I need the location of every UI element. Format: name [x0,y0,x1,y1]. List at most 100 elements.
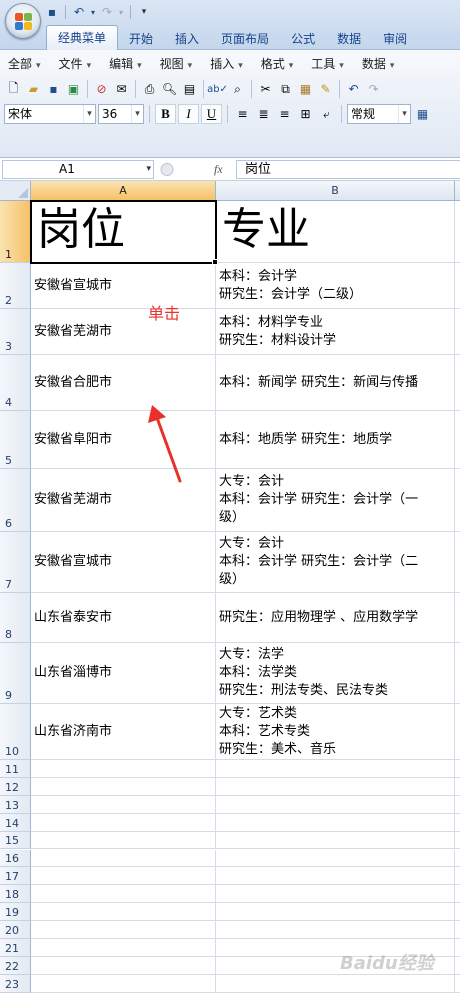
cell-c[interactable] [455,832,460,850]
cell-b[interactable] [216,921,455,939]
cell-c[interactable] [455,411,460,469]
cell-b[interactable] [216,831,455,850]
row-header[interactable]: 13 [0,795,31,814]
row-header[interactable]: 11 [0,760,31,778]
cell-a[interactable]: 安徽省芜湖市 [31,309,216,355]
cell-b[interactable] [216,813,455,832]
cell-b[interactable] [216,903,455,922]
cell-c[interactable] [455,593,460,643]
cell-a[interactable] [31,885,216,904]
cell-a[interactable] [31,777,216,796]
cell-a[interactable] [31,831,216,850]
cell-b[interactable]: 大专：会计 本科：会计学 研究生：会计学（二 级） [216,532,455,593]
cell-b[interactable] [216,795,455,814]
cell-a[interactable] [31,813,216,832]
cell-c[interactable] [455,201,460,263]
cell-c[interactable] [455,796,460,814]
cell-c[interactable] [455,903,460,922]
menu-edit[interactable]: 编辑 [101,55,152,73]
row-header[interactable]: 4 [0,355,31,411]
cell-c[interactable] [455,867,460,886]
formula-input[interactable]: 岗位 [236,160,460,179]
row-header[interactable]: 12 [0,777,31,796]
tab-review[interactable]: 审阅 [372,28,418,50]
merge-center-icon[interactable]: ⊞ [296,104,315,124]
row-header[interactable]: 2 [0,263,31,309]
row-header[interactable]: 3 [0,309,31,355]
cell-c[interactable] [455,643,460,704]
fill-handle[interactable] [212,259,218,265]
row-header[interactable]: 23 [0,974,31,993]
name-box[interactable]: A1 ▾ [2,160,154,179]
bold-button[interactable]: B [155,104,176,124]
open-folder-icon[interactable]: ▰ [24,79,43,99]
email-icon[interactable]: ✉ [112,79,131,99]
cell-c[interactable] [455,760,460,778]
row-header[interactable]: 5 [0,411,31,469]
cell-b[interactable] [216,885,455,904]
cell-a[interactable] [31,921,216,939]
menu-file[interactable]: 文件 [51,55,102,73]
row-header[interactable]: 15 [0,831,31,850]
new-file-icon[interactable]: 🗋 [4,79,23,99]
cell-b[interactable]: 本科：会计学 研究生：会计学（二级） [216,263,455,309]
cell-a[interactable]: 岗位 [31,201,216,263]
row-header[interactable]: 8 [0,593,31,643]
spelling-icon[interactable]: ab✓ [207,79,228,99]
cell-b[interactable]: 本科：新闻学 研究生：新闻与传播 [216,355,455,411]
tab-formulas[interactable]: 公式 [280,28,326,50]
undo-dropdown-icon[interactable]: ▾ [89,4,97,20]
menu-insert[interactable]: 插入 [202,55,253,73]
research-icon[interactable]: ⌕ [228,79,247,99]
underline-button[interactable]: U [201,104,222,124]
cell-c[interactable] [455,957,460,975]
row-header[interactable]: 19 [0,903,31,922]
redo-icon[interactable]: ↷ [364,79,383,99]
customize-icon[interactable]: ▾ [136,4,152,20]
cell-c[interactable] [455,885,460,904]
column-header-a[interactable]: A [31,181,216,201]
format-painter-icon[interactable]: ✎ [316,79,335,99]
select-all-button[interactable] [0,181,31,201]
cell-b[interactable]: 研究生：应用物理学 、应用数学学 [216,593,455,643]
cell-c[interactable] [455,778,460,796]
align-center-icon[interactable]: ≣ [254,104,273,124]
cell-b[interactable] [216,777,455,796]
tab-classic-menu[interactable]: 经典菜单 [46,25,119,50]
cell-b[interactable]: 本科：材料学专业 研究生：材料设计学 [216,309,455,355]
cell-c[interactable] [455,939,460,957]
cell-b[interactable]: 大专：会计 本科：会计学 研究生：会计学（一 级） [216,469,455,532]
cell-a[interactable] [31,956,216,975]
row-header[interactable]: 21 [0,939,31,957]
cell-b[interactable]: 大专：法学 本科：法学类 研究生：刑法专类、民法专类 [216,643,455,704]
menu-view[interactable]: 视图 [152,55,203,73]
cell-c[interactable] [455,532,460,593]
row-header[interactable]: 20 [0,921,31,939]
row-header[interactable]: 6 [0,469,31,532]
cell-c[interactable] [455,355,460,411]
column-header-b[interactable]: B [216,181,455,201]
align-right-icon[interactable]: ≡ [275,104,294,124]
cell-b[interactable] [216,760,455,778]
menu-data[interactable]: 数据 [354,55,405,73]
font-name-select[interactable]: 宋体 ▾ [4,104,96,124]
cell-c[interactable] [455,921,460,939]
cell-a[interactable]: 安徽省宣城市 [31,263,216,309]
row-header[interactable]: 10 [0,704,31,760]
cell-c[interactable] [455,309,460,355]
page-setup-icon[interactable]: ▤ [180,79,199,99]
menu-tools[interactable]: 工具 [303,55,354,73]
wrap-text-icon[interactable]: ⤶ [317,104,336,124]
cell-a[interactable]: 山东省济南市 [31,704,216,760]
cell-a[interactable] [31,974,216,993]
font-size-select[interactable]: 36 ▾ [98,104,144,124]
redo-icon[interactable]: ↷ [99,4,115,20]
cell-a[interactable]: 山东省泰安市 [31,593,216,643]
tab-page-layout[interactable]: 页面布局 [210,28,280,50]
cell-c[interactable] [455,469,460,532]
row-header[interactable]: 1 [0,201,31,263]
column-header-c[interactable] [455,181,460,201]
styles-icon[interactable]: ▦ [413,104,432,124]
undo-icon[interactable]: ↶ [344,79,363,99]
cut-icon[interactable]: ✂ [256,79,275,99]
